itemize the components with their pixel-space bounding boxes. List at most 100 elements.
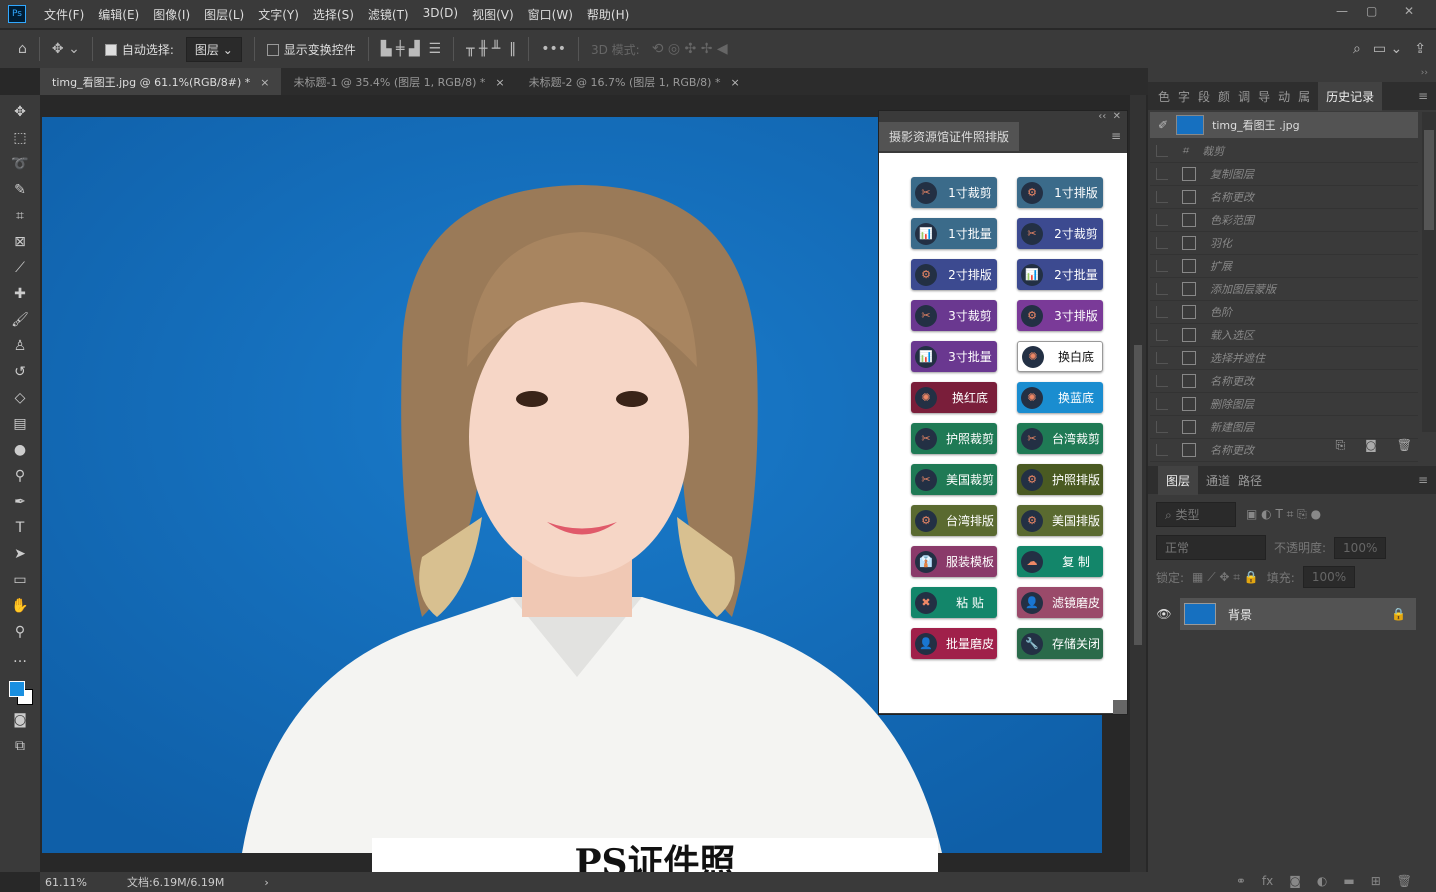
- auto-select-checkbox[interactable]: 自动选择:: [104, 41, 174, 58]
- tab-close-icon[interactable]: ×: [495, 76, 504, 89]
- menu-item[interactable]: 文字(Y): [258, 6, 299, 23]
- panel-tab[interactable]: 颜: [1218, 88, 1230, 105]
- zoom-tool-icon[interactable]: ⚲: [7, 619, 33, 645]
- document-tab[interactable]: 未标题-2 @ 16.7% (图层 1, RGB/8) * ×: [517, 68, 752, 95]
- plugin-button[interactable]: ⚙ 台湾排版: [911, 505, 997, 536]
- plugin-button[interactable]: ✂ 3寸裁剪: [911, 300, 997, 331]
- history-checkbox[interactable]: [1156, 375, 1168, 387]
- panel-collapse-close-icons[interactable]: ‹‹ ✕: [1098, 111, 1121, 122]
- tab-close-icon[interactable]: ×: [730, 76, 739, 89]
- document-tab[interactable]: timg_看图王.jpg @ 61.1%(RGB/8#) * ×: [40, 68, 282, 95]
- history-state[interactable]: 新建图层: [1150, 416, 1418, 439]
- plugin-button[interactable]: ✺ 换蓝底: [1017, 382, 1103, 413]
- panel-tab[interactable]: 色: [1158, 88, 1170, 105]
- history-state[interactable]: 羽化: [1150, 232, 1418, 255]
- plugin-button[interactable]: ✂ 台湾裁剪: [1017, 423, 1103, 454]
- plugin-button[interactable]: ✂ 护照裁剪: [911, 423, 997, 454]
- home-icon[interactable]: ⌂: [18, 41, 27, 57]
- collapse-icon[interactable]: ››: [1148, 68, 1436, 82]
- search-icon[interactable]: ⌕: [1353, 41, 1361, 57]
- plugin-button[interactable]: 📊 2寸批量: [1017, 259, 1103, 290]
- path-select-tool-icon[interactable]: ➤: [7, 541, 33, 567]
- canvas-vertical-scrollbar[interactable]: [1130, 95, 1146, 872]
- history-checkbox[interactable]: [1156, 352, 1168, 364]
- align-icons[interactable]: ▙ ╪ ▟ ☰: [381, 41, 441, 57]
- history-state[interactable]: 复制图层: [1150, 163, 1418, 186]
- history-checkbox[interactable]: [1156, 260, 1168, 272]
- dodge-tool-icon[interactable]: ⚲: [7, 463, 33, 489]
- eraser-tool-icon[interactable]: ◇: [7, 385, 33, 411]
- history-snapshot[interactable]: ✐ timg_看图王 .jpg: [1150, 112, 1418, 138]
- auto-select-dropdown[interactable]: 图层 ⌄: [185, 36, 242, 62]
- blend-mode-select[interactable]: 正常: [1156, 535, 1266, 560]
- layer-filter-icons[interactable]: ▣ ◐ T ⌗ ⎘ ●: [1246, 507, 1321, 522]
- plugin-button[interactable]: 📊 1寸批量: [911, 218, 997, 249]
- healing-tool-icon[interactable]: ✚: [7, 281, 33, 307]
- history-state[interactable]: 选择并遮住: [1150, 347, 1418, 370]
- plugin-button[interactable]: ✂ 2寸裁剪: [1017, 218, 1103, 249]
- opacity-input[interactable]: 100%: [1334, 536, 1387, 559]
- panel-menu-icon[interactable]: ≡: [1111, 129, 1121, 143]
- blur-tool-icon[interactable]: ●: [7, 437, 33, 463]
- history-state[interactable]: 添加图层蒙版: [1150, 278, 1418, 301]
- panel-menu-icon[interactable]: ≡: [1418, 473, 1428, 487]
- show-transform-checkbox[interactable]: 显示变换控件: [266, 41, 356, 58]
- menu-item[interactable]: 视图(V): [472, 6, 514, 23]
- history-state[interactable]: 删除图层: [1150, 393, 1418, 416]
- menu-item[interactable]: 3D(D): [423, 6, 458, 23]
- panel-tab-history[interactable]: 历史记录: [1318, 81, 1383, 111]
- zoom-level[interactable]: 61.11%: [45, 876, 87, 889]
- eyedropper-tool-icon[interactable]: ⟋: [7, 255, 33, 281]
- plugin-button[interactable]: 👤 滤镜磨皮: [1017, 587, 1103, 618]
- plugin-button[interactable]: ⚙ 2寸排版: [911, 259, 997, 290]
- color-swatches[interactable]: [5, 677, 35, 707]
- plugin-button[interactable]: ✖ 粘 贴: [911, 587, 997, 618]
- panel-tab[interactable]: 字: [1178, 88, 1190, 105]
- history-state[interactable]: 色阶: [1150, 301, 1418, 324]
- menu-item[interactable]: 文件(F): [44, 6, 84, 23]
- move-tool-icon[interactable]: ✥: [7, 99, 33, 125]
- lasso-tool-icon[interactable]: ➰: [7, 151, 33, 177]
- 3d-tools-icons[interactable]: ⟲ ◎ ✣ ✢ ◀: [652, 41, 728, 57]
- type-tool-icon[interactable]: T: [7, 515, 33, 541]
- brush-tool-icon[interactable]: 🖌: [7, 307, 33, 333]
- layer-filter-input[interactable]: ⌕ 类型: [1156, 502, 1236, 527]
- plugin-button[interactable]: ⚙ 护照排版: [1017, 464, 1103, 495]
- group-icon[interactable]: ▬: [1343, 874, 1354, 888]
- more-tools-icon[interactable]: …: [7, 645, 33, 671]
- history-state[interactable]: 名称更改: [1150, 370, 1418, 393]
- history-brush-source-icon[interactable]: ✐: [1158, 118, 1168, 132]
- move-tool-icon[interactable]: ✥ ⌄: [52, 41, 80, 57]
- status-expand-icon[interactable]: ›: [264, 876, 268, 889]
- plugin-button[interactable]: ✺ 换红底: [911, 382, 997, 413]
- plugin-button[interactable]: ☁ 复 制: [1017, 546, 1103, 577]
- panel-menu-icon[interactable]: ≡: [1418, 89, 1428, 103]
- plugin-button[interactable]: ✂ 美国裁剪: [911, 464, 997, 495]
- panel-tab[interactable]: 动: [1278, 88, 1290, 105]
- history-checkbox[interactable]: [1156, 398, 1168, 410]
- history-checkbox[interactable]: [1156, 214, 1168, 226]
- snapshot-camera-icon[interactable]: ◙: [1365, 438, 1377, 453]
- history-checkbox[interactable]: [1156, 421, 1168, 433]
- history-checkbox[interactable]: [1156, 191, 1168, 203]
- frame-tool-icon[interactable]: ⊠: [7, 229, 33, 255]
- history-checkbox[interactable]: [1156, 168, 1168, 180]
- menu-item[interactable]: 图层(L): [204, 6, 244, 23]
- panel-tab[interactable]: 导: [1258, 88, 1270, 105]
- distribute-icons[interactable]: ╥ ╫ ╨ ‖: [466, 41, 516, 57]
- new-document-from-state-icon[interactable]: ⎘: [1336, 438, 1346, 453]
- tab-close-icon[interactable]: ×: [260, 76, 269, 89]
- plugin-button[interactable]: 📊 3寸批量: [911, 341, 997, 372]
- history-checkbox[interactable]: [1156, 444, 1168, 456]
- history-state[interactable]: 名称更改: [1150, 186, 1418, 209]
- history-state[interactable]: 载入选区: [1150, 324, 1418, 347]
- history-checkbox[interactable]: [1156, 145, 1168, 157]
- document-tab[interactable]: 未标题-1 @ 35.4% (图层 1, RGB/8) * ×: [281, 68, 516, 95]
- maximize-button[interactable]: ▢: [1366, 4, 1377, 18]
- panel-tab[interactable]: 图层: [1158, 465, 1199, 495]
- history-state[interactable]: 扩展: [1150, 255, 1418, 278]
- panel-tab[interactable]: 通道: [1206, 472, 1230, 489]
- history-checkbox[interactable]: [1156, 306, 1168, 318]
- panel-tab[interactable]: 属: [1298, 88, 1310, 105]
- minimize-button[interactable]: —: [1336, 4, 1348, 18]
